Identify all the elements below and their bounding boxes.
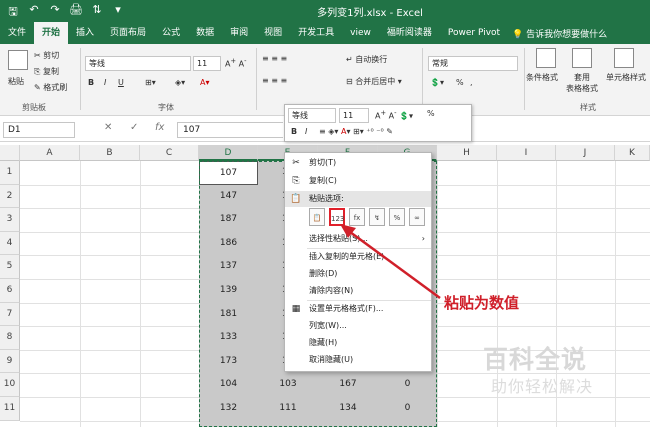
watermark-title: 百科全说 xyxy=(483,345,588,374)
annotation-text: 粘贴为数值 xyxy=(444,294,520,312)
watermark-subtitle: 助你轻松解决 xyxy=(491,377,594,396)
